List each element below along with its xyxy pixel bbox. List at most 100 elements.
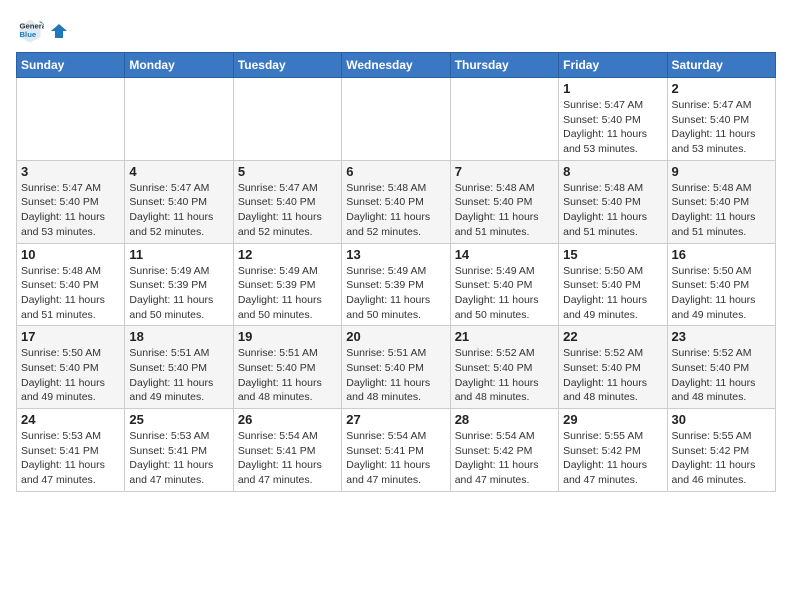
day-info: Sunrise: 5:48 AM Sunset: 5:40 PM Dayligh…	[21, 264, 120, 323]
col-header-sunday: Sunday	[17, 53, 125, 78]
calendar-week-row: 17 Sunrise: 5:50 AM Sunset: 5:40 PM Dayli…	[17, 326, 776, 409]
col-header-tuesday: Tuesday	[233, 53, 341, 78]
day-number: 29	[563, 412, 662, 427]
calendar-cell: 11 Sunrise: 5:49 AM Sunset: 5:39 PM Dayli…	[125, 243, 233, 326]
day-number: 26	[238, 412, 337, 427]
calendar-cell: 24 Sunrise: 5:53 AM Sunset: 5:41 PM Dayli…	[17, 409, 125, 492]
day-info: Sunrise: 5:48 AM Sunset: 5:40 PM Dayligh…	[563, 181, 662, 240]
day-number: 27	[346, 412, 445, 427]
logo-triangle-icon	[50, 22, 68, 40]
day-number: 16	[672, 247, 771, 262]
day-info: Sunrise: 5:48 AM Sunset: 5:40 PM Dayligh…	[346, 181, 445, 240]
day-number: 14	[455, 247, 554, 262]
day-number: 15	[563, 247, 662, 262]
day-number: 25	[129, 412, 228, 427]
day-number: 11	[129, 247, 228, 262]
day-number: 8	[563, 164, 662, 179]
day-info: Sunrise: 5:54 AM Sunset: 5:41 PM Dayligh…	[346, 429, 445, 488]
calendar-week-row: 3 Sunrise: 5:47 AM Sunset: 5:40 PM Daylig…	[17, 160, 776, 243]
day-info: Sunrise: 5:49 AM Sunset: 5:39 PM Dayligh…	[346, 264, 445, 323]
day-info: Sunrise: 5:47 AM Sunset: 5:40 PM Dayligh…	[129, 181, 228, 240]
col-header-wednesday: Wednesday	[342, 53, 450, 78]
day-number: 17	[21, 329, 120, 344]
day-number: 5	[238, 164, 337, 179]
day-info: Sunrise: 5:55 AM Sunset: 5:42 PM Dayligh…	[672, 429, 771, 488]
day-number: 30	[672, 412, 771, 427]
calendar-table: SundayMondayTuesdayWednesdayThursdayFrid…	[16, 52, 776, 492]
day-number: 9	[672, 164, 771, 179]
calendar-cell	[342, 78, 450, 161]
day-number: 2	[672, 81, 771, 96]
svg-text:General: General	[20, 22, 45, 31]
calendar-cell: 6 Sunrise: 5:48 AM Sunset: 5:40 PM Daylig…	[342, 160, 450, 243]
logo: General Blue	[16, 16, 68, 44]
calendar-cell: 5 Sunrise: 5:47 AM Sunset: 5:40 PM Daylig…	[233, 160, 341, 243]
day-info: Sunrise: 5:51 AM Sunset: 5:40 PM Dayligh…	[238, 346, 337, 405]
calendar-cell	[450, 78, 558, 161]
day-info: Sunrise: 5:47 AM Sunset: 5:40 PM Dayligh…	[672, 98, 771, 157]
calendar-cell: 14 Sunrise: 5:49 AM Sunset: 5:40 PM Dayli…	[450, 243, 558, 326]
day-info: Sunrise: 5:48 AM Sunset: 5:40 PM Dayligh…	[455, 181, 554, 240]
day-info: Sunrise: 5:47 AM Sunset: 5:40 PM Dayligh…	[238, 181, 337, 240]
calendar-week-row: 24 Sunrise: 5:53 AM Sunset: 5:41 PM Dayli…	[17, 409, 776, 492]
svg-text:Blue: Blue	[20, 30, 37, 39]
day-info: Sunrise: 5:49 AM Sunset: 5:39 PM Dayligh…	[129, 264, 228, 323]
calendar-cell: 21Sunrise: 5:52 AM Sunset: 5:40 PM Dayli…	[450, 326, 558, 409]
day-info: Sunrise: 5:47 AM Sunset: 5:40 PM Dayligh…	[21, 181, 120, 240]
col-header-thursday: Thursday	[450, 53, 558, 78]
day-number: 10	[21, 247, 120, 262]
calendar-cell: 10 Sunrise: 5:48 AM Sunset: 5:40 PM Dayli…	[17, 243, 125, 326]
logo-icon: General Blue	[16, 16, 44, 44]
day-info: Sunrise: 5:53 AM Sunset: 5:41 PM Dayligh…	[129, 429, 228, 488]
calendar-cell	[125, 78, 233, 161]
calendar-cell: 13 Sunrise: 5:49 AM Sunset: 5:39 PM Dayli…	[342, 243, 450, 326]
day-info: Sunrise: 5:52 AM Sunset: 5:40 PM Dayligh…	[672, 346, 771, 405]
calendar-cell: 4 Sunrise: 5:47 AM Sunset: 5:40 PM Daylig…	[125, 160, 233, 243]
day-number: 22	[563, 329, 662, 344]
day-info: Sunrise: 5:51 AM Sunset: 5:40 PM Dayligh…	[346, 346, 445, 405]
day-info: Sunrise: 5:53 AM Sunset: 5:41 PM Dayligh…	[21, 429, 120, 488]
day-number: 1	[563, 81, 662, 96]
calendar-cell: 12 Sunrise: 5:49 AM Sunset: 5:39 PM Dayli…	[233, 243, 341, 326]
day-info: Sunrise: 5:50 AM Sunset: 5:40 PM Dayligh…	[672, 264, 771, 323]
day-number: 6	[346, 164, 445, 179]
day-number: 12	[238, 247, 337, 262]
calendar-cell: 16 Sunrise: 5:50 AM Sunset: 5:40 PM Dayli…	[667, 243, 775, 326]
calendar-cell: 3 Sunrise: 5:47 AM Sunset: 5:40 PM Daylig…	[17, 160, 125, 243]
day-number: 7	[455, 164, 554, 179]
calendar-cell: 27 Sunrise: 5:54 AM Sunset: 5:41 PM Dayli…	[342, 409, 450, 492]
calendar-week-row: 10 Sunrise: 5:48 AM Sunset: 5:40 PM Dayli…	[17, 243, 776, 326]
day-info: Sunrise: 5:54 AM Sunset: 5:41 PM Dayligh…	[238, 429, 337, 488]
day-info: Sunrise: 5:55 AM Sunset: 5:42 PM Dayligh…	[563, 429, 662, 488]
col-header-saturday: Saturday	[667, 53, 775, 78]
calendar-cell: 26 Sunrise: 5:54 AM Sunset: 5:41 PM Dayli…	[233, 409, 341, 492]
calendar-cell: 17 Sunrise: 5:50 AM Sunset: 5:40 PM Dayli…	[17, 326, 125, 409]
col-header-monday: Monday	[125, 53, 233, 78]
day-number: 28	[455, 412, 554, 427]
day-info: Sunrise: 5:47 AM Sunset: 5:40 PM Dayligh…	[563, 98, 662, 157]
day-info: Sunrise: 5:52 AM Sunset: 5:40 PM Dayligh…	[455, 346, 554, 405]
day-info: Sunrise: 5:49 AM Sunset: 5:39 PM Dayligh…	[238, 264, 337, 323]
day-info: Sunrise: 5:50 AM Sunset: 5:40 PM Dayligh…	[21, 346, 120, 405]
calendar-header-row: SundayMondayTuesdayWednesdayThursdayFrid…	[17, 53, 776, 78]
calendar-cell: 19Sunrise: 5:51 AM Sunset: 5:40 PM Dayli…	[233, 326, 341, 409]
calendar-cell: 23 Sunrise: 5:52 AM Sunset: 5:40 PM Dayli…	[667, 326, 775, 409]
day-number: 20	[346, 329, 445, 344]
day-info: Sunrise: 5:51 AM Sunset: 5:40 PM Dayligh…	[129, 346, 228, 405]
calendar-cell: 28 Sunrise: 5:54 AM Sunset: 5:42 PM Dayli…	[450, 409, 558, 492]
calendar-cell: 20 Sunrise: 5:51 AM Sunset: 5:40 PM Dayli…	[342, 326, 450, 409]
calendar-cell	[17, 78, 125, 161]
day-info: Sunrise: 5:49 AM Sunset: 5:40 PM Dayligh…	[455, 264, 554, 323]
day-number: 23	[672, 329, 771, 344]
calendar-cell: 30 Sunrise: 5:55 AM Sunset: 5:42 PM Dayli…	[667, 409, 775, 492]
col-header-friday: Friday	[559, 53, 667, 78]
day-number: 13	[346, 247, 445, 262]
day-number: 4	[129, 164, 228, 179]
calendar-cell: 8 Sunrise: 5:48 AM Sunset: 5:40 PM Daylig…	[559, 160, 667, 243]
day-number: 18	[129, 329, 228, 344]
day-number: 3	[21, 164, 120, 179]
calendar-cell	[233, 78, 341, 161]
day-info: Sunrise: 5:54 AM Sunset: 5:42 PM Dayligh…	[455, 429, 554, 488]
calendar-cell: 9Sunrise: 5:48 AM Sunset: 5:40 PM Daylig…	[667, 160, 775, 243]
day-number: 24	[21, 412, 120, 427]
